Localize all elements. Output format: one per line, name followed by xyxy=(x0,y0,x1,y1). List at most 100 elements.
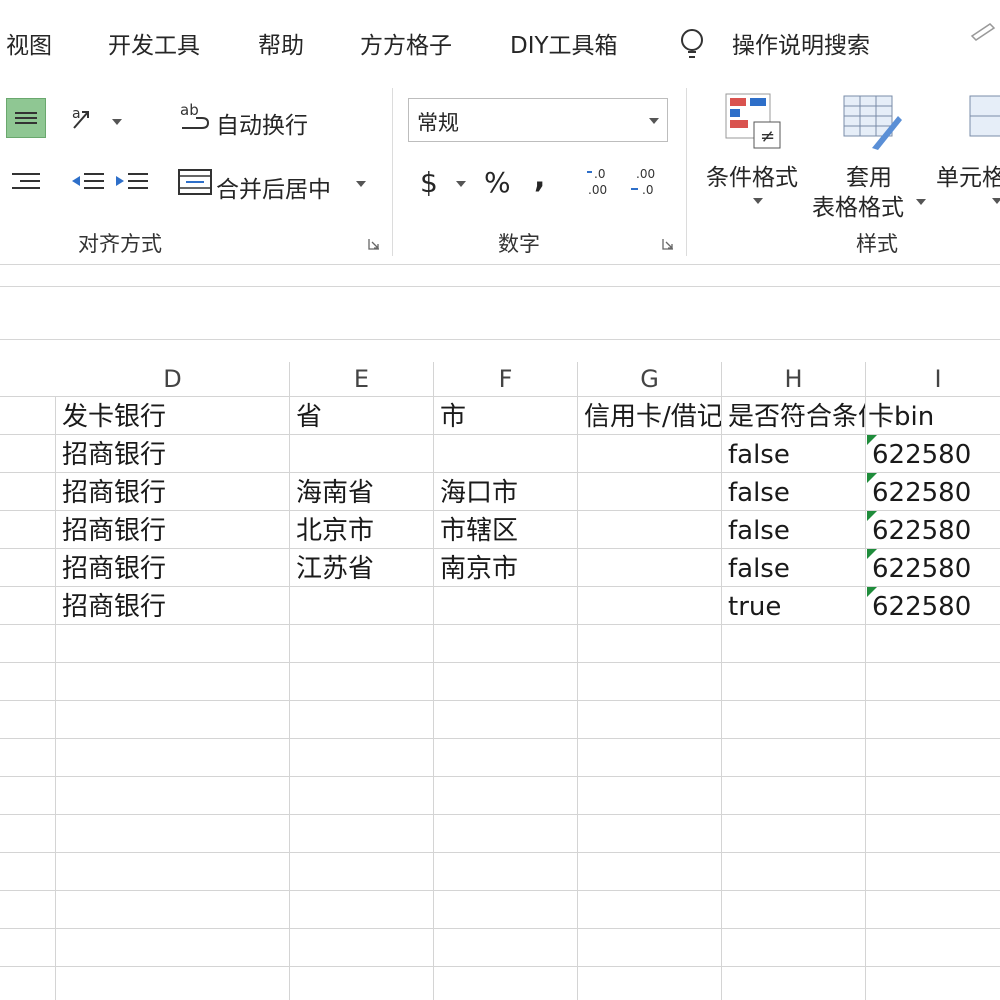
group-label-alignment: 对齐方式 xyxy=(78,232,162,256)
cell-f2[interactable] xyxy=(434,436,577,474)
column-header-e[interactable]: E xyxy=(290,362,434,396)
cell-f4[interactable]: 市辖区 xyxy=(434,512,577,550)
cell-d1[interactable]: 发卡银行 xyxy=(56,398,289,436)
alignment-launcher-icon[interactable] xyxy=(368,238,380,250)
svg-text:ab: ab xyxy=(180,101,199,119)
cell-d6[interactable]: 招商银行 xyxy=(56,588,289,626)
cell-h3[interactable]: false xyxy=(722,474,865,512)
grid-line xyxy=(0,890,1000,891)
grid-line xyxy=(0,776,1000,777)
text-number-indicator xyxy=(867,473,877,483)
group-separator xyxy=(392,88,393,256)
cell-i1[interactable]: 卡bin xyxy=(866,398,1000,436)
cell-f3[interactable]: 海口市 xyxy=(434,474,577,512)
format-as-table-line1[interactable]: 套用 xyxy=(846,158,892,192)
cell-e3[interactable]: 海南省 xyxy=(290,474,433,512)
tab-fangfang[interactable]: 方方格子 xyxy=(360,26,452,60)
text-number-indicator xyxy=(867,587,877,597)
cell-f5[interactable]: 南京市 xyxy=(434,550,577,588)
cell-e4[interactable]: 北京市 xyxy=(290,512,433,550)
number-launcher-icon[interactable] xyxy=(662,238,674,250)
grid-line xyxy=(0,396,1000,397)
cell-g4[interactable] xyxy=(578,512,721,550)
cell-e5[interactable]: 江苏省 xyxy=(290,550,433,588)
cell-d3[interactable]: 招商银行 xyxy=(56,474,289,512)
wrap-text-button[interactable]: 自动换行 xyxy=(216,106,308,140)
align-right-icon[interactable] xyxy=(6,162,46,202)
column-header-h[interactable]: H xyxy=(722,362,866,396)
align-middle-icon xyxy=(15,112,37,124)
cell-h5[interactable]: false xyxy=(722,550,865,588)
merge-center-icon xyxy=(178,169,212,195)
tab-developer[interactable]: 开发工具 xyxy=(108,26,200,60)
group-label-styles: 样式 xyxy=(856,232,898,256)
number-format-dropdown[interactable]: 常规 xyxy=(408,98,668,142)
group-label-number: 数字 xyxy=(498,232,540,256)
cell-d4[interactable]: 招商银行 xyxy=(56,512,289,550)
tab-help[interactable]: 帮助 xyxy=(258,26,304,60)
cell-e2[interactable] xyxy=(290,436,433,474)
cell-i6[interactable]: 622580 xyxy=(866,588,1000,626)
text-number-indicator xyxy=(867,549,877,559)
lightbulb-icon[interactable] xyxy=(679,26,705,66)
column-header-i[interactable]: I xyxy=(866,362,1000,396)
tab-diy-toolbox[interactable]: DIY工具箱 xyxy=(510,26,618,60)
merge-dropdown-icon[interactable] xyxy=(356,181,366,187)
group-separator xyxy=(686,88,687,256)
svg-text:.0: .0 xyxy=(642,183,653,197)
tab-view[interactable]: 视图 xyxy=(6,26,52,60)
grid-line xyxy=(0,966,1000,967)
increase-indent-icon[interactable] xyxy=(112,162,152,202)
format-table-dropdown-icon[interactable] xyxy=(916,199,926,205)
decrease-decimal-icon[interactable]: .00 .0 xyxy=(628,162,668,202)
cell-e6[interactable] xyxy=(290,588,433,626)
orientation-icon[interactable]: a xyxy=(68,98,108,138)
number-format-chevron-icon xyxy=(649,118,659,124)
cell-h1[interactable]: 是否符合条件 xyxy=(722,398,865,436)
cell-styles-button[interactable]: 单元格 xyxy=(936,158,1000,192)
conditional-dropdown-icon[interactable] xyxy=(753,198,763,204)
orientation-dropdown-icon[interactable] xyxy=(112,119,122,125)
cell-d2[interactable]: 招商银行 xyxy=(56,436,289,474)
format-as-table-button[interactable]: 表格格式 xyxy=(812,188,904,222)
align-middle-button[interactable] xyxy=(6,98,46,138)
menu-bar: 视图 开发工具 帮助 方方格子 DIY工具箱 操作说明搜索 xyxy=(0,0,1000,80)
number-format-value: 常规 xyxy=(417,111,459,135)
svg-text:.0: .0 xyxy=(594,167,605,181)
grid-line xyxy=(0,700,1000,701)
text-number-indicator xyxy=(867,511,877,521)
cell-g2[interactable] xyxy=(578,436,721,474)
cell-f1[interactable]: 市 xyxy=(434,398,577,436)
cell-g3[interactable] xyxy=(578,474,721,512)
cell-i3[interactable]: 622580 xyxy=(866,474,1000,512)
merge-center-button[interactable]: 合并后居中 xyxy=(216,170,331,204)
cell-i2[interactable]: 622580 xyxy=(866,436,1000,474)
wrap-text-icon: ab xyxy=(180,101,210,129)
column-header-g[interactable]: G xyxy=(578,362,722,396)
cell-g5[interactable] xyxy=(578,550,721,588)
formula-bar[interactable] xyxy=(0,286,1000,340)
cell-e1[interactable]: 省 xyxy=(290,398,433,436)
pen-icon[interactable] xyxy=(968,16,998,46)
grid-line xyxy=(0,662,1000,663)
percent-button[interactable]: % xyxy=(484,166,511,199)
tell-me-search[interactable]: 操作说明搜索 xyxy=(732,26,870,60)
column-header-f[interactable]: F xyxy=(434,362,578,396)
cell-g1[interactable]: 信用卡/借记 xyxy=(578,398,721,436)
decrease-indent-icon[interactable] xyxy=(68,162,108,202)
cell-h2[interactable]: false xyxy=(722,436,865,474)
cell-i5[interactable]: 622580 xyxy=(866,550,1000,588)
cell-h4[interactable]: false xyxy=(722,512,865,550)
cell-i4[interactable]: 622580 xyxy=(866,512,1000,550)
comma-style-button[interactable]: , xyxy=(534,160,545,195)
cell-f6[interactable] xyxy=(434,588,577,626)
cell-d5[interactable]: 招商银行 xyxy=(56,550,289,588)
increase-decimal-icon[interactable]: .0 .00 xyxy=(584,162,624,202)
column-header-d[interactable]: D xyxy=(56,362,290,396)
currency-button[interactable]: $ xyxy=(420,166,438,199)
cell-g6[interactable] xyxy=(578,588,721,626)
cell-styles-dropdown-icon[interactable] xyxy=(992,198,1000,204)
cell-h6[interactable]: true xyxy=(722,588,865,626)
currency-dropdown-icon[interactable] xyxy=(456,181,466,187)
conditional-formatting-button[interactable]: 条件格式 xyxy=(706,158,798,192)
